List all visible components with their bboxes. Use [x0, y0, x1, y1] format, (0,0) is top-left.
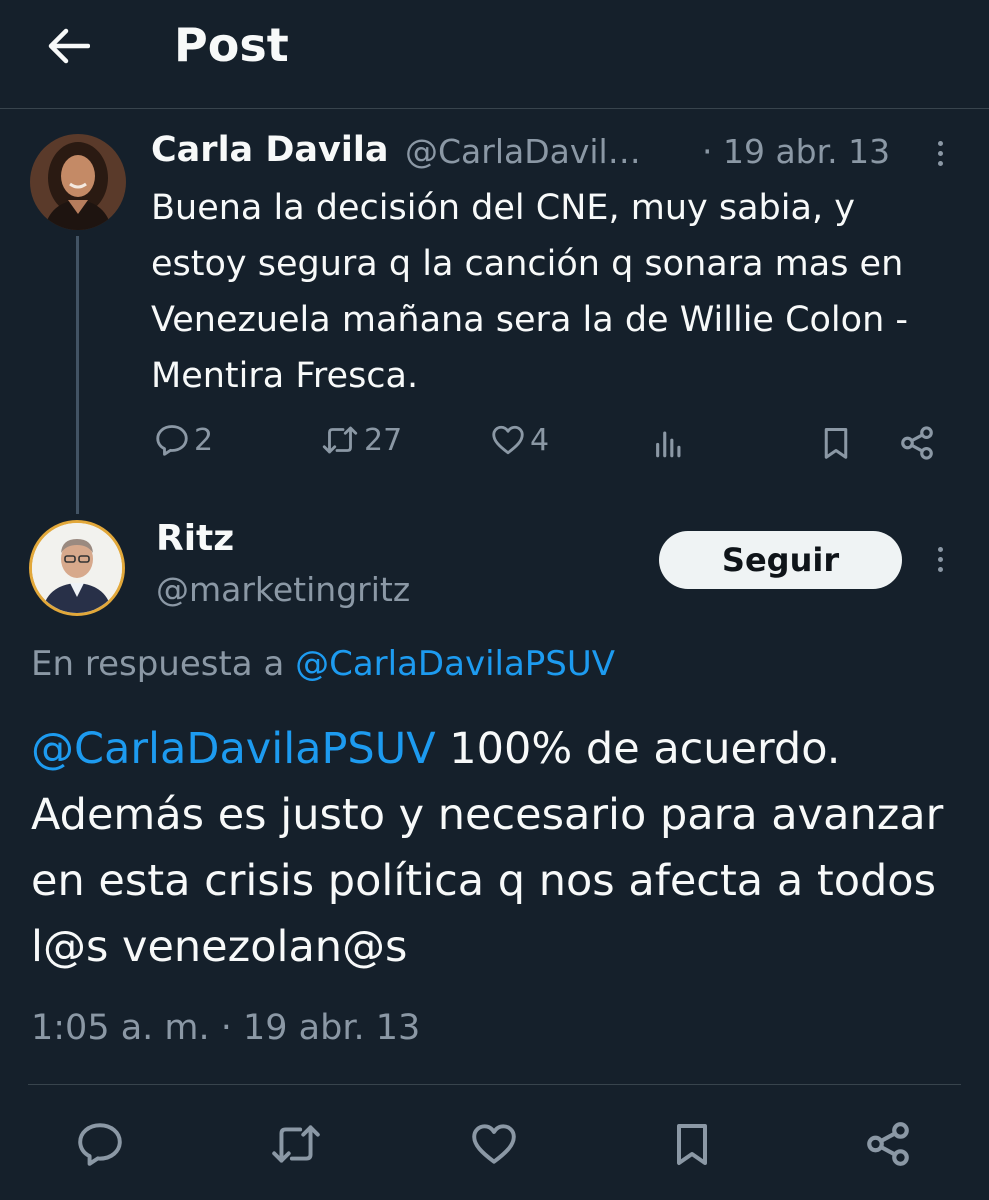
- thread-line: [76, 236, 79, 514]
- retweet-icon: [272, 1125, 320, 1163]
- bookmark-action-button[interactable]: [664, 1116, 720, 1172]
- follow-button[interactable]: Seguir: [659, 531, 902, 589]
- post-page: Post Carla Davila @CarlaDavil… · 19 abr.…: [0, 0, 989, 1200]
- views-icon: [656, 431, 681, 458]
- tweet-date[interactable]: · 19 abr. 13: [702, 132, 890, 171]
- replying-to-mention[interactable]: @CarlaDavilaPSUV: [295, 644, 615, 684]
- reply-icon: [156, 425, 188, 456]
- reply-timestamp[interactable]: 1:05 a. m. · 19 abr. 13: [31, 1008, 420, 1048]
- like-count: 4: [530, 422, 550, 458]
- bookmark-icon: [824, 428, 848, 459]
- reply-more-options-button[interactable]: [925, 539, 955, 579]
- reply-button[interactable]: 2: [154, 422, 213, 458]
- share-button[interactable]: [898, 424, 936, 462]
- more-icon-dot: [937, 566, 943, 572]
- more-icon-dot: [937, 160, 943, 166]
- retweet-action-button[interactable]: [268, 1116, 324, 1172]
- like-button[interactable]: 4: [490, 422, 549, 458]
- more-icon-dot: [937, 140, 943, 146]
- more-icon-dot: [937, 546, 943, 552]
- reply-count: 2: [194, 422, 214, 458]
- avatar-image: [32, 523, 122, 613]
- share-action-button[interactable]: [860, 1116, 916, 1172]
- replying-to-label: En respuesta a: [31, 644, 285, 684]
- header-divider: [0, 108, 989, 109]
- reply-action-button[interactable]: [72, 1116, 128, 1172]
- reply-author-name[interactable]: Ritz: [156, 518, 234, 559]
- reply-icon: [78, 1123, 122, 1166]
- retweet-button[interactable]: 27: [320, 422, 402, 458]
- reply-text-mention[interactable]: @CarlaDavilaPSUV: [31, 724, 436, 774]
- reply-author-handle[interactable]: @marketingritz: [156, 570, 410, 609]
- like-action-button[interactable]: [466, 1116, 522, 1172]
- author-handle[interactable]: @CarlaDavil…: [405, 132, 683, 171]
- like-icon: [472, 1124, 516, 1164]
- top-bar: Post: [0, 0, 989, 108]
- bookmark-button[interactable]: [818, 424, 854, 462]
- tweet-text: Buena la decisión del CNE, muy sabia, y …: [151, 188, 909, 396]
- page-title: Post: [174, 18, 289, 72]
- author-name[interactable]: Carla Davila: [151, 130, 388, 170]
- retweet-icon: [322, 426, 358, 454]
- replying-to: En respuesta a @CarlaDavilaPSUV: [31, 644, 615, 684]
- bookmark-icon: [677, 1124, 707, 1165]
- arrow-left-icon: [48, 28, 90, 64]
- more-options-button[interactable]: [925, 133, 955, 173]
- avatar-ritz[interactable]: [29, 520, 125, 616]
- actions-divider: [28, 1084, 961, 1085]
- retweet-count: 27: [364, 422, 403, 458]
- views-button[interactable]: [652, 426, 686, 460]
- share-icon: [867, 1122, 909, 1166]
- more-icon-dot: [937, 556, 943, 562]
- back-button[interactable]: [36, 16, 100, 76]
- avatar-image: [30, 134, 126, 230]
- reply-tweet-text: @CarlaDavilaPSUV 100% de acuerdo. Además…: [31, 716, 961, 980]
- like-icon: [492, 425, 524, 455]
- share-icon: [901, 426, 933, 460]
- avatar-carla[interactable]: [30, 134, 126, 230]
- more-icon-dot: [937, 150, 943, 156]
